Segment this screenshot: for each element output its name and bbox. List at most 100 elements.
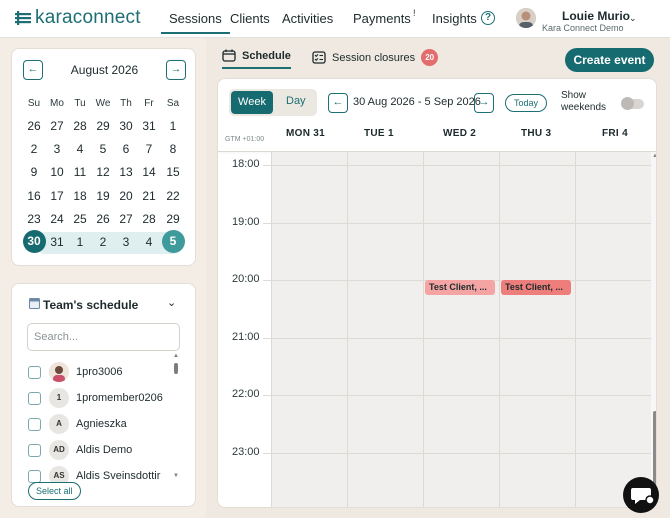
calendar-day[interactable]: 27 [115, 212, 137, 226]
calendar-day[interactable]: 30 [115, 119, 137, 133]
logo[interactable]: karaconnect [14, 7, 141, 29]
calendar-day[interactable]: 4 [69, 142, 91, 156]
calendar-day[interactable]: 31 [46, 235, 68, 249]
nav-sessions[interactable]: Sessions [161, 11, 230, 34]
member-list-scrollbar[interactable] [174, 363, 178, 374]
team-member-row[interactable]: AD Aldis Demo [28, 440, 132, 460]
member-checkbox[interactable] [28, 391, 41, 405]
calendar-day[interactable]: 25 [69, 212, 91, 226]
member-checkbox[interactable] [28, 417, 41, 431]
calendar-day-selected-start[interactable]: 30 [22, 230, 46, 253]
calendar-event[interactable]: Test Client, ... [501, 280, 571, 295]
team-schedule-title: Team's schedule [43, 298, 139, 312]
nav-payments[interactable]: Payments [353, 11, 411, 26]
calendar-day[interactable]: 31 [138, 119, 160, 133]
calendar-day[interactable]: 28 [69, 119, 91, 133]
scroll-up-arrow-icon[interactable]: ▲ [652, 153, 656, 159]
calendar-day[interactable]: 27 [46, 119, 68, 133]
view-toggle: Week Day [229, 89, 317, 116]
calendar-day[interactable]: 3 [46, 142, 68, 156]
calendar-day[interactable]: 26 [23, 119, 45, 133]
calendar-event[interactable]: Test Client, ... [425, 280, 495, 295]
chat-button[interactable] [623, 477, 659, 513]
calendar-day[interactable]: 14 [138, 165, 160, 179]
day-column-header[interactable]: WED 2 [443, 128, 476, 139]
day-column-header[interactable]: TUE 1 [364, 128, 394, 139]
weekday-header: Tu [74, 98, 86, 109]
calendar-day[interactable]: 9 [23, 165, 45, 179]
day-column-header[interactable]: FRI 4 [602, 128, 628, 139]
hour-label: 18:00 [232, 158, 260, 170]
calendar-day[interactable]: 2 [92, 235, 114, 249]
calendar-day[interactable]: 21 [138, 189, 160, 203]
calendar-day[interactable]: 23 [23, 212, 45, 226]
chevron-down-icon[interactable]: ⌄ [167, 296, 176, 309]
member-name: Aldis Demo [76, 444, 133, 456]
calendar-day[interactable]: 11 [69, 165, 91, 179]
next-week-button[interactable]: → [474, 93, 494, 113]
calendar-day[interactable]: 4 [138, 235, 160, 249]
scroll-down-arrow-icon[interactable]: ▼ [173, 473, 179, 479]
nav-clients[interactable]: Clients [230, 11, 270, 26]
member-name: Aldis Sveinsdottir [76, 470, 161, 482]
calendar-day[interactable]: 28 [138, 212, 160, 226]
today-button[interactable]: Today [505, 94, 547, 112]
team-search-input[interactable]: Search... [27, 323, 180, 351]
calendar-day[interactable]: 18 [69, 189, 91, 203]
calendar-day[interactable]: 8 [162, 142, 184, 156]
calendar-day[interactable]: 7 [138, 142, 160, 156]
calendar-day[interactable]: 26 [92, 212, 114, 226]
member-checkbox[interactable] [28, 443, 41, 457]
calendar-day[interactable]: 10 [46, 165, 68, 179]
calendar-day[interactable]: 17 [46, 189, 68, 203]
payments-alert-badge: ! [413, 8, 416, 18]
calendar-day[interactable]: 1 [162, 119, 184, 133]
user-name[interactable]: Louie Murio [562, 9, 630, 23]
chevron-down-icon[interactable]: ⌄ [629, 13, 637, 24]
calendar-day[interactable]: 22 [162, 189, 184, 203]
calendar-day[interactable]: 19 [92, 189, 114, 203]
calendar-day[interactable]: 3 [115, 235, 137, 249]
team-member-row[interactable]: A Agnieszka [28, 414, 127, 434]
nav-activities[interactable]: Activities [282, 11, 333, 26]
chat-bubble-icon [631, 488, 655, 505]
calendar-day[interactable]: 1 [69, 235, 91, 249]
scroll-up-arrow-icon[interactable]: ▲ [173, 353, 179, 359]
calendar-day[interactable]: 29 [92, 119, 114, 133]
help-icon[interactable]: ? [481, 11, 495, 25]
nav-insights[interactable]: Insights [432, 11, 477, 26]
create-event-button[interactable]: Create event [565, 48, 654, 72]
calendar-day[interactable]: 6 [115, 142, 137, 156]
team-member-row[interactable]: 1 1promember0206 [28, 388, 163, 408]
calendar-day[interactable]: 2 [23, 142, 45, 156]
calendar-day-selected-end[interactable]: 5 [161, 230, 185, 253]
hour-label: 19:00 [232, 215, 260, 228]
hour-label: 21:00 [232, 330, 260, 343]
week-grid[interactable] [271, 152, 651, 507]
calendar-day[interactable]: 5 [92, 142, 114, 156]
tab-session-closures[interactable]: Session closures 20 [312, 49, 439, 66]
calendar-day[interactable]: 16 [23, 189, 45, 203]
day-column-header[interactable]: MON 31 [286, 128, 325, 139]
next-month-button[interactable]: → [166, 60, 186, 80]
member-checkbox[interactable] [28, 469, 41, 483]
tab-schedule[interactable]: Schedule [222, 49, 291, 69]
prev-week-button[interactable]: ← [328, 93, 348, 113]
team-member-row[interactable]: 1pro3006 [28, 362, 123, 382]
select-all-button[interactable]: Select all [28, 482, 81, 500]
day-column-header[interactable]: THU 3 [521, 128, 551, 139]
timezone-label: GTM +01:00 [225, 136, 265, 143]
user-avatar[interactable] [516, 8, 536, 28]
show-weekends-toggle-knob[interactable] [621, 97, 634, 110]
calendar-day[interactable]: 20 [115, 189, 137, 203]
calendar-day[interactable]: 12 [92, 165, 114, 179]
view-week-button[interactable]: Week [231, 91, 273, 114]
calendar-day[interactable]: 24 [46, 212, 68, 226]
member-checkbox[interactable] [28, 365, 41, 379]
view-day-button[interactable]: Day [286, 95, 306, 107]
hour-tick [263, 165, 271, 166]
calendar-day[interactable]: 29 [162, 212, 184, 226]
calendar-day[interactable]: 15 [162, 165, 184, 179]
member-name: 1pro3006 [76, 366, 123, 378]
calendar-day[interactable]: 13 [115, 165, 137, 179]
